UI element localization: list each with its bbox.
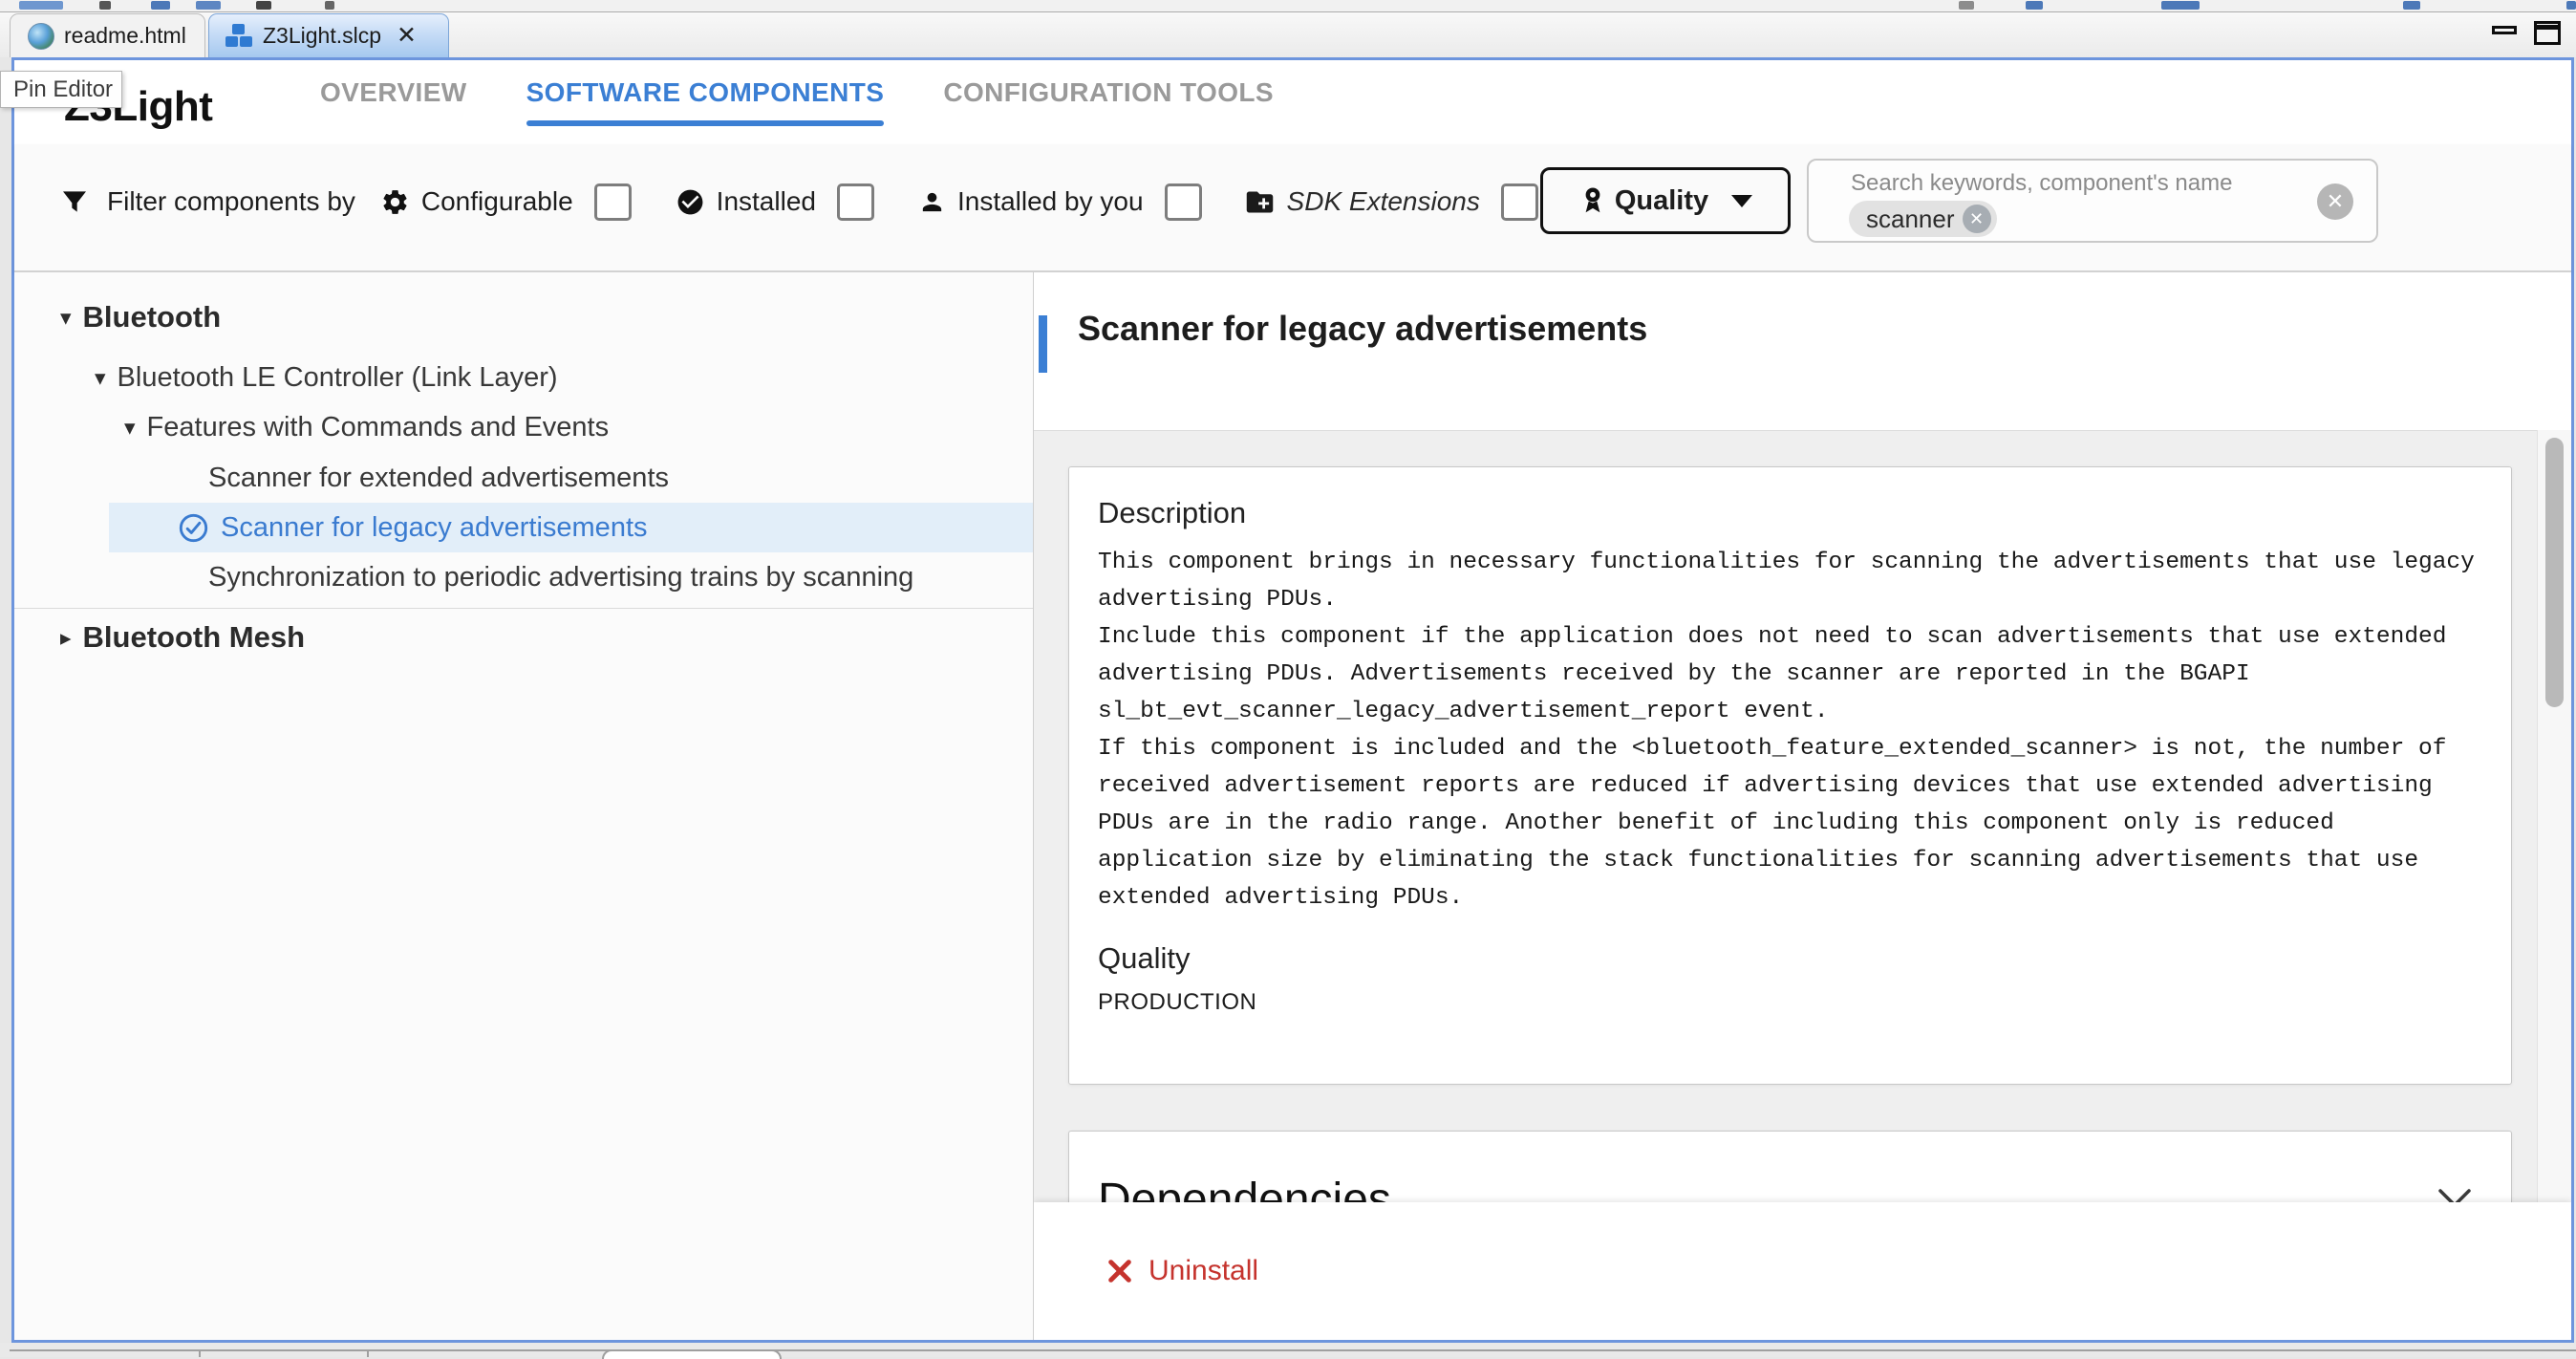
filter-label-configurable: Configurable — [421, 186, 573, 217]
maximize-view-icon[interactable] — [2534, 21, 2561, 45]
editor-tab-label: readme.html — [64, 23, 186, 49]
chip-remove-icon[interactable]: ✕ — [1963, 205, 1991, 233]
filter-label-sdk-extensions: SDK Extensions — [1287, 186, 1480, 217]
toolbar-icon-fragment — [151, 1, 170, 10]
person-icon — [918, 188, 946, 216]
tree-item-bluetooth-mesh[interactable]: ▸ Bluetooth Mesh — [14, 613, 1033, 662]
nav-tabs: OVERVIEW SOFTWARE COMPONENTS CONFIGURATI… — [320, 60, 1274, 144]
toolbar-icon-fragment — [2161, 1, 2200, 10]
chevron-collapsed-icon[interactable]: ▸ — [60, 625, 72, 651]
tree-item-label: Scanner for legacy advertisements — [221, 512, 648, 544]
search-clear-icon[interactable]: ✕ — [2317, 183, 2353, 220]
minimize-view-icon[interactable] — [2492, 26, 2517, 34]
tree-item-label: Scanner for extended advertisements — [208, 463, 669, 494]
quality-heading: Quality — [1098, 941, 2482, 976]
editor-tab-label: Z3Light.slcp — [263, 23, 381, 49]
toolbar-icon-fragment — [325, 1, 334, 10]
tree-item-label: Bluetooth — [83, 300, 222, 334]
description-text: This component brings in necessary funct… — [1098, 544, 2481, 917]
folder-plus-icon — [1244, 186, 1276, 218]
sdk-extensions-checkbox[interactable] — [1501, 183, 1538, 221]
toolbar-icon-fragment — [196, 1, 221, 10]
component-tree: ▾ Bluetooth ▾ Bluetooth LE Controller (L… — [14, 272, 1034, 1340]
tree-item-sync-periodic[interactable]: Synchronization to periodic advertising … — [14, 552, 1033, 602]
filter-bar-label: Filter components by — [107, 186, 355, 217]
bottom-tab-strip — [0, 1343, 2576, 1357]
vertical-scrollbar[interactable] — [2537, 430, 2571, 1202]
toolbar-icon-fragment — [19, 1, 63, 10]
editor-tab-z3light[interactable]: Z3Light.slcp ✕ — [208, 13, 449, 57]
accent-bar — [1039, 315, 1047, 373]
tree-item-label: Features with Commands and Events — [147, 412, 610, 443]
quality-button-label: Quality — [1615, 185, 1708, 217]
quality-dropdown-button[interactable]: Quality — [1540, 167, 1791, 234]
bottom-selected-tab[interactable] — [602, 1349, 782, 1359]
toolbar-icon-fragment — [2566, 1, 2576, 10]
tree-item-scanner-extended[interactable]: Scanner for extended advertisements — [14, 453, 1033, 503]
chevron-expanded-icon[interactable]: ▾ — [95, 365, 106, 391]
search-input[interactable]: Search keywords, component's name scanne… — [1807, 159, 2378, 243]
toolbar-icon-fragment — [1959, 1, 1974, 10]
tree-item-scanner-legacy[interactable]: Scanner for legacy advertisements — [109, 503, 1033, 552]
description-card: Description This component brings in nec… — [1068, 466, 2512, 1085]
filter-bar: Filter components by Configurable Instal… — [14, 144, 2571, 272]
detail-title: Scanner for legacy advertisements — [1078, 309, 1647, 349]
tree-separator — [14, 608, 1033, 609]
configurable-checkbox[interactable] — [594, 183, 632, 221]
filter-installed-by-you: Installed by you — [918, 183, 1202, 221]
chevron-down-icon — [1731, 195, 1752, 207]
filter-sdk-extensions: SDK Extensions — [1244, 183, 1538, 221]
filter-label-installed: Installed — [717, 186, 816, 217]
editor-area: Z3Light OVERVIEW SOFTWARE COMPONENTS CON… — [11, 57, 2574, 1343]
toolbar-icon-fragment — [2403, 1, 2420, 10]
globe-icon — [28, 23, 54, 50]
detail-header: Scanner for legacy advertisements — [1034, 272, 2571, 430]
filter-configurable: Configurable — [380, 183, 632, 221]
tab-software-components[interactable]: SOFTWARE COMPONENTS — [526, 60, 885, 108]
tree-item-label: Bluetooth LE Controller (Link Layer) — [118, 362, 558, 394]
installed-check-icon — [178, 512, 209, 544]
tree-item-label: Synchronization to periodic advertising … — [208, 562, 913, 593]
project-header: Z3Light OVERVIEW SOFTWARE COMPONENTS CON… — [14, 60, 2571, 145]
tooltip-text: Pin Editor — [13, 76, 113, 103]
tree-item-le-controller[interactable]: ▾ Bluetooth LE Controller (Link Layer) — [14, 353, 1033, 402]
search-chip[interactable]: scanner ✕ — [1849, 201, 1997, 237]
tree-item-features[interactable]: ▾ Features with Commands and Events — [14, 402, 1033, 452]
tree-item-bluetooth[interactable]: ▾ Bluetooth — [14, 292, 1033, 342]
filter-icon — [59, 186, 90, 217]
editor-tab-readme[interactable]: readme.html — [10, 13, 205, 57]
scrollbar-thumb[interactable] — [2545, 438, 2564, 707]
uninstall-button[interactable]: Uninstall — [1148, 1255, 1258, 1287]
medal-icon — [1578, 185, 1607, 216]
filter-label-installed-by-you: Installed by you — [957, 186, 1144, 217]
blocks-icon — [225, 23, 253, 49]
quality-value: PRODUCTION — [1098, 989, 2482, 1016]
toolbar-icon-fragment — [256, 1, 271, 10]
uninstall-x-icon — [1106, 1258, 1133, 1284]
installed-checkbox[interactable] — [837, 183, 874, 221]
check-circle-icon — [676, 187, 705, 217]
installed-by-you-checkbox[interactable] — [1165, 183, 1202, 221]
close-icon[interactable]: ✕ — [397, 24, 417, 48]
bottom-tab-separator — [367, 1350, 369, 1357]
chevron-expanded-icon[interactable]: ▾ — [60, 305, 72, 331]
gear-icon — [380, 187, 410, 217]
toolbar-icon-fragment — [99, 1, 111, 10]
tab-overview[interactable]: OVERVIEW — [320, 60, 467, 108]
toolbar-strip — [0, 0, 2576, 12]
filter-installed: Installed — [676, 183, 874, 221]
detail-footer: Uninstall — [1034, 1202, 2571, 1340]
editor-tab-bar: readme.html Z3Light.slcp ✕ — [0, 12, 2576, 57]
component-detail-panel: Scanner for legacy advertisements Descri… — [1034, 272, 2571, 1340]
tree-item-label: Bluetooth Mesh — [83, 620, 306, 655]
bottom-tab-separator — [199, 1350, 201, 1357]
tab-configuration-tools[interactable]: CONFIGURATION TOOLS — [943, 60, 1274, 108]
search-chip-label: scanner — [1866, 205, 1955, 234]
search-placeholder: Search keywords, component's name — [1851, 170, 2232, 197]
bottom-tabs-border — [10, 1349, 2576, 1351]
pin-editor-tooltip: Pin Editor — [0, 71, 122, 108]
chevron-expanded-icon[interactable]: ▾ — [124, 415, 136, 441]
toolbar-icon-fragment — [2026, 1, 2043, 10]
description-heading: Description — [1098, 496, 2482, 530]
